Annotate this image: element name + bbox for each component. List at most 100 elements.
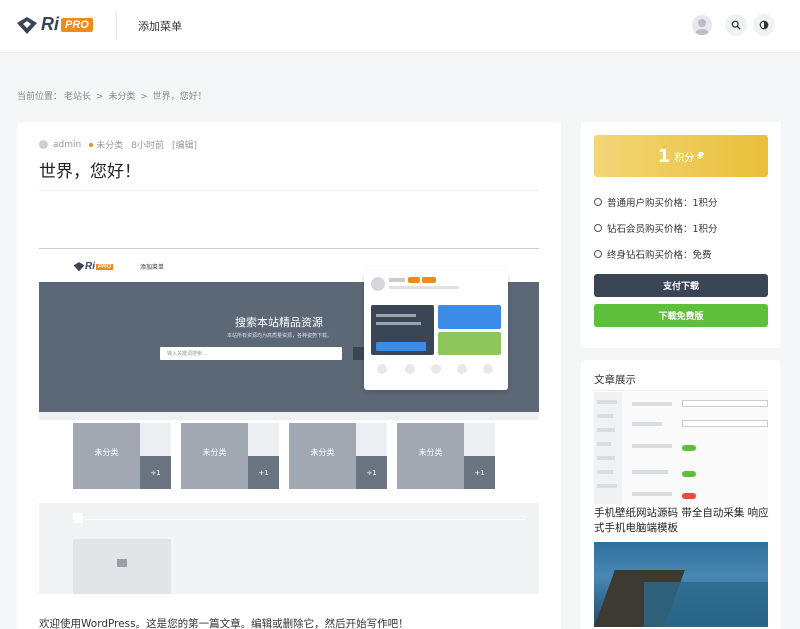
post-time: 8小时前	[131, 141, 164, 151]
screenshot-thumb-side	[464, 423, 495, 456]
price-value: 免费	[692, 250, 712, 261]
circle-icon	[594, 250, 602, 258]
coin-icon: ₽	[697, 150, 705, 162]
image-placeholder-icon	[117, 559, 127, 567]
article-showcase-widget: 文章展示 手机壁纸网站源码 带全自动采集 响应式手机电脑端模板	[581, 360, 781, 629]
screenshot-hero-title: 搜索本站精品资源	[235, 316, 323, 329]
screenshot-hero-subtitle: 本站所有资源均为高质量资源，各种姿势下载。	[227, 333, 333, 339]
author-avatar-icon	[39, 140, 48, 149]
price-amount: 1	[657, 145, 671, 167]
thumb-toggle	[682, 471, 696, 477]
screenshot-diamond-icon	[73, 262, 85, 272]
post-screenshot-image: Ri PRO 添加菜单 搜索本站精品资源 本站所有资源均为高质量资源，各种姿势下载…	[39, 248, 539, 594]
circle-icon	[594, 198, 602, 206]
price-unit: 积分	[674, 152, 695, 164]
free-download-button[interactable]: 下载免费版	[594, 304, 768, 327]
breadcrumb-separator: >	[140, 92, 148, 102]
thumb-box	[682, 420, 768, 427]
price-value: 1积分	[692, 224, 718, 235]
article-card: admin 未分类 8小时前 [编辑] 世界，您好！ Ri PRO 添加菜单 搜索…	[17, 122, 561, 629]
title-divider	[39, 190, 539, 191]
screenshot-thumb-label: 未分类	[202, 448, 227, 457]
thumb-box	[682, 400, 768, 407]
circle-icon	[594, 224, 602, 232]
breadcrumb: 当前位置： 老站长 > 未分类 > 世界，您好！	[17, 89, 209, 102]
post-category[interactable]: 未分类	[96, 138, 123, 151]
price-label: 终身钻石购买价格：	[607, 250, 693, 261]
thumb-line	[597, 442, 611, 446]
screenshot-border	[39, 248, 539, 249]
post-body: 欢迎使用WordPress。这是您的第一篇文章。编辑或删除它，然后开始写作吧！	[39, 618, 409, 629]
post-edit-link[interactable]: [编辑]	[172, 138, 197, 151]
logo-pro-badge: PRO	[61, 17, 93, 32]
user-avatar-icon[interactable]	[692, 15, 712, 35]
post-author[interactable]: admin	[53, 140, 81, 150]
screenshot-thumb-grid: 未分类 +1 未分类 +1 未分类 +1 未分类 +1	[73, 423, 505, 489]
screenshot-thumb-side	[140, 423, 171, 456]
screenshot-hero-bottom	[39, 412, 539, 420]
showcase-thumbnail-1[interactable]	[594, 392, 768, 504]
site-logo[interactable]: Ri PRO	[16, 14, 93, 35]
screenshot-thumb-count: +1	[356, 456, 387, 489]
screenshot-gray-square	[73, 513, 83, 523]
screenshot-logo-text: Ri	[85, 261, 95, 272]
screenshot-thumb-side	[248, 423, 279, 456]
thumb-toggle	[682, 445, 696, 451]
screenshot-thumb-count: +1	[140, 456, 171, 489]
price-row-lifetime: 终身钻石购买价格： 免费	[594, 247, 712, 261]
thumb-line	[632, 444, 672, 448]
breadcrumb-home[interactable]: 老站长	[64, 92, 91, 102]
price-widget: 1 积分 ₽ 普通用户购买价格： 1积分 钻石会员购买价格： 1积分 终身钻石购买价…	[581, 122, 781, 348]
site-header: Ri PRO 添加菜单	[0, 0, 800, 52]
showcase-thumbnail-2[interactable]	[594, 542, 768, 627]
screenshot-search-placeholder: 输入关键词搜索...	[167, 351, 207, 357]
screenshot-thumb: 未分类 +1	[397, 423, 495, 489]
thumb-toggle	[682, 493, 696, 499]
breadcrumb-category[interactable]: 未分类	[108, 92, 135, 102]
dark-mode-toggle-icon[interactable]	[753, 14, 775, 36]
breadcrumb-current: 世界，您好！	[152, 92, 207, 102]
price-row-diamond: 钻石会员购买价格： 1积分	[594, 221, 718, 235]
pay-download-button[interactable]: 支付下载	[594, 274, 768, 297]
thumb-line	[597, 484, 617, 488]
screenshot-thumb: 未分类 +1	[289, 423, 387, 489]
price-label: 钻石会员购买价格：	[607, 224, 693, 235]
logo-text: Ri	[41, 14, 59, 34]
breadcrumb-prefix: 当前位置：	[17, 92, 63, 102]
screenshot-user-popup	[364, 270, 508, 390]
screenshot-thumb-side	[356, 423, 387, 456]
post-meta: admin 未分类 8小时前 [编辑]	[39, 138, 205, 151]
screenshot-thumb: 未分类 +1	[73, 423, 171, 489]
screenshot-thumb-count: +1	[464, 456, 495, 489]
screenshot-thumb: 未分类 +1	[181, 423, 279, 489]
price-row-regular: 普通用户购买价格： 1积分	[594, 195, 718, 209]
screenshot-gray-section	[39, 503, 539, 594]
screenshot-gray-line	[85, 519, 525, 520]
price-label: 普通用户购买价格：	[607, 198, 693, 209]
screenshot-search: 输入关键词搜索...	[160, 347, 342, 360]
thumb-line	[597, 414, 613, 418]
thumb-line	[597, 400, 617, 404]
thumb-water	[644, 582, 768, 627]
header-divider	[116, 12, 117, 40]
nav-item-add-menu[interactable]: 添加菜单	[138, 18, 182, 34]
thumb-line	[597, 456, 615, 460]
screenshot-thumb-label: 未分类	[310, 448, 335, 457]
thumb-line	[632, 402, 672, 406]
screenshot-thumb-label: 未分类	[418, 448, 443, 457]
screenshot-nav: 添加菜单	[140, 264, 165, 271]
breadcrumb-separator: >	[95, 92, 104, 102]
screenshot-logo-pro: PRO	[96, 263, 114, 270]
screenshot-popup-graphic	[371, 277, 501, 374]
thumb-line	[632, 492, 672, 496]
thumb-line	[597, 470, 613, 474]
showcase-article-title[interactable]: 手机壁纸网站源码 带全自动采集 响应式手机电脑端模板	[594, 506, 772, 536]
thumb-line	[632, 470, 668, 474]
thumb-line	[597, 428, 615, 432]
thumb-line	[632, 422, 662, 426]
post-title: 世界，您好！	[39, 162, 141, 182]
search-icon[interactable]	[725, 14, 747, 36]
screenshot-logo: Ri PRO	[73, 261, 114, 272]
screenshot-thumb-count: +1	[248, 456, 279, 489]
price-value: 1积分	[692, 198, 718, 209]
